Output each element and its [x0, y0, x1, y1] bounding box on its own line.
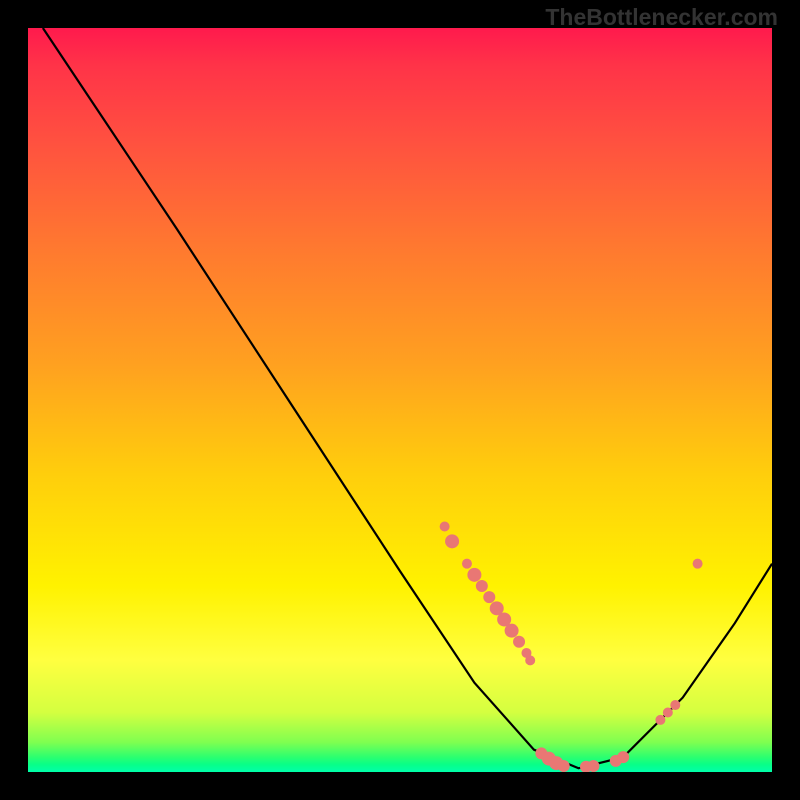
- data-marker: [525, 655, 535, 665]
- data-marker: [462, 559, 472, 569]
- plot-area: [28, 28, 772, 772]
- data-marker: [440, 521, 450, 531]
- data-marker: [693, 559, 703, 569]
- data-marker: [483, 591, 495, 603]
- data-marker: [617, 751, 629, 763]
- chart-container: TheBottlenecker.com: [0, 0, 800, 800]
- chart-svg: [28, 28, 772, 772]
- data-marker: [663, 707, 673, 717]
- data-marker: [558, 760, 570, 772]
- data-marker: [476, 580, 488, 592]
- data-marker: [505, 624, 519, 638]
- data-marker: [467, 568, 481, 582]
- data-marker: [445, 534, 459, 548]
- data-marker: [670, 700, 680, 710]
- bottleneck-curve: [43, 28, 772, 768]
- data-marker: [513, 636, 525, 648]
- data-markers: [440, 521, 703, 772]
- data-marker: [587, 760, 599, 772]
- data-marker: [655, 715, 665, 725]
- watermark-text: TheBottlenecker.com: [545, 4, 778, 31]
